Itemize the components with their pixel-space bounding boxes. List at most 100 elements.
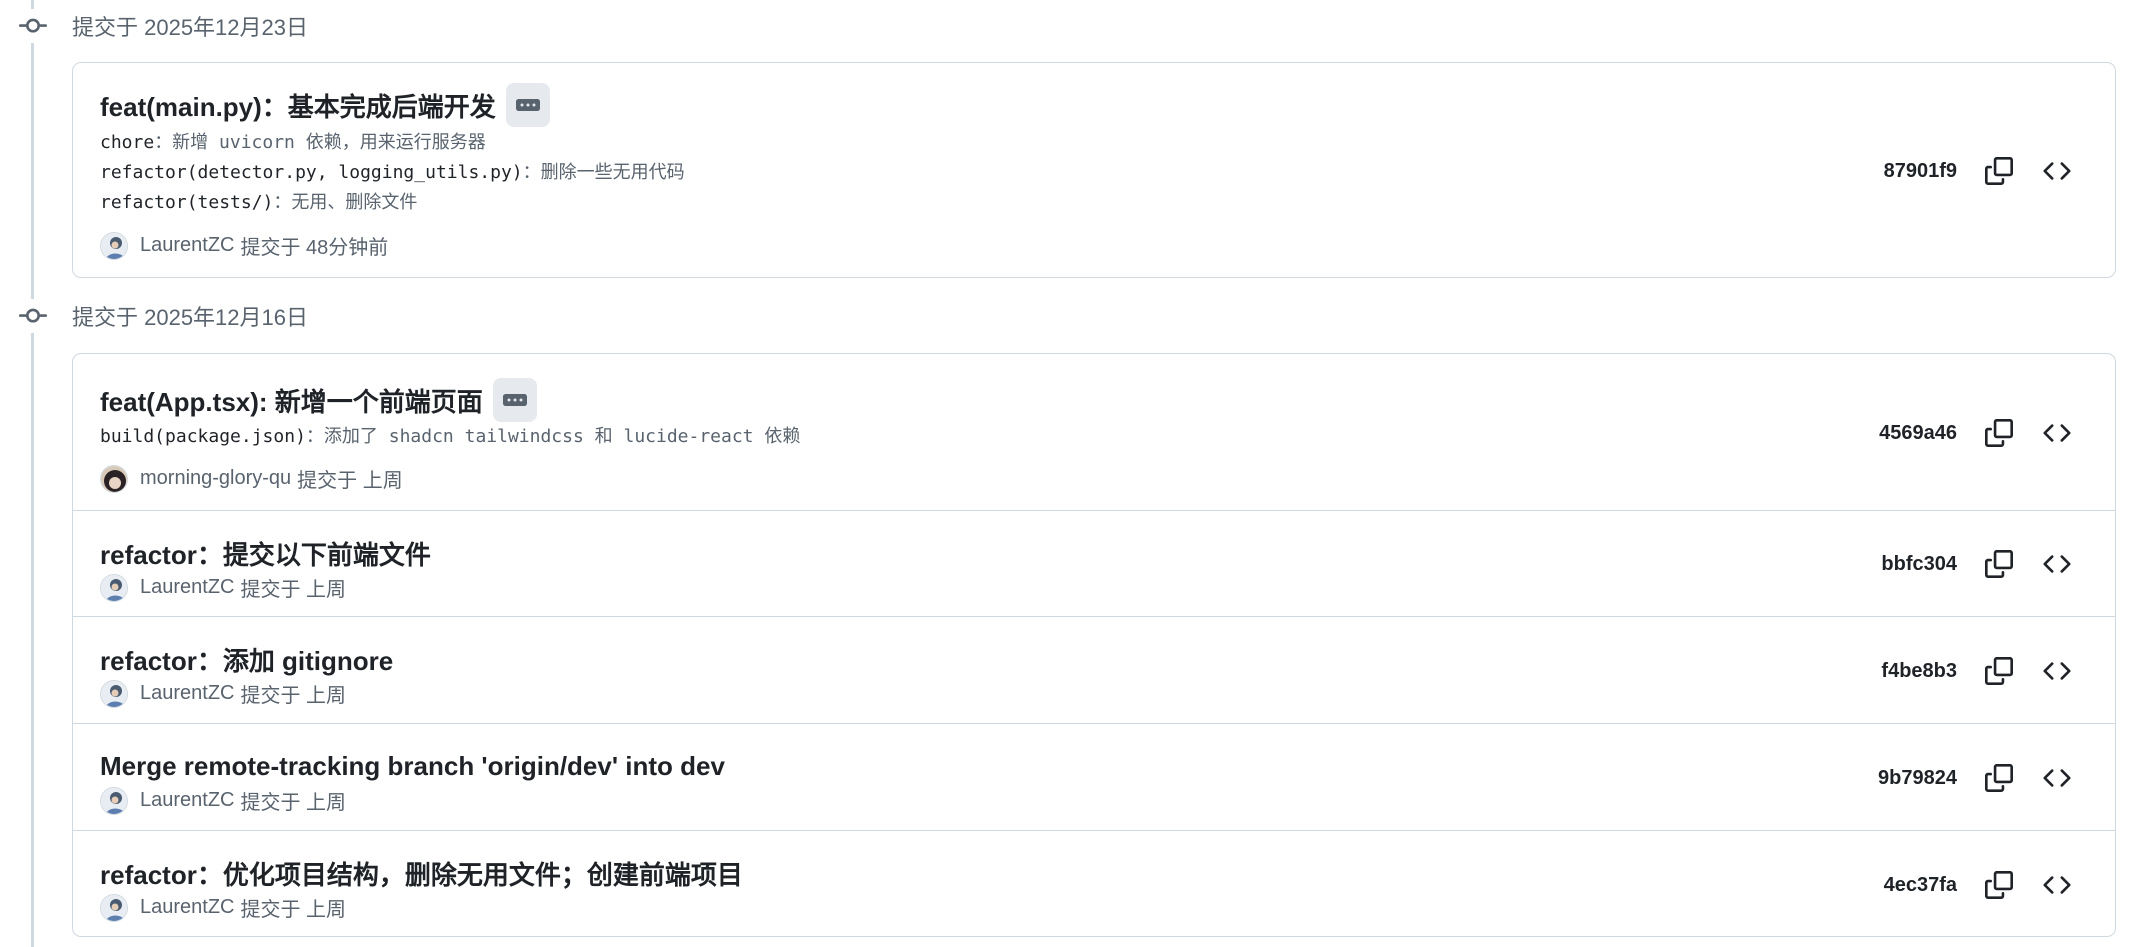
kebab-horizontal-icon [515,93,540,117]
commit-row: Merge remote-tracking branch 'origin/dev… [73,724,2115,831]
kebab-horizontal-icon [502,388,527,412]
commit-title-link[interactable]: refactor：提交以下前端文件 [100,535,431,572]
code-icon [2043,419,2071,447]
commit-list: feat(main.py)：基本完成后端开发 chore：新增 uvicorn 依… [72,62,2116,278]
copy-sha-button[interactable] [1977,863,2021,907]
avatar[interactable] [100,786,128,815]
code-icon [2043,550,2071,578]
commit-time: 提交于 48分钟前 [240,237,389,259]
commit-description-line: build(package.json)：添加了 shadcn tailwindc… [100,422,800,452]
copy-sha-button[interactable] [1977,149,2021,193]
commit-title-link[interactable]: feat(App.tsx): 新增一个前端页面 [100,382,483,419]
commit-title-line: feat(main.py)：基本完成后端开发 [100,81,550,129]
commit-title-link[interactable]: Merge remote-tracking branch 'origin/dev… [100,751,725,782]
author-name-link[interactable]: morning-glory-qu [140,467,291,490]
description-prefix: refactor(detector.py, logging_utils.py) [100,162,523,183]
git-commit-icon [16,9,50,43]
commit-author-line: LaurentZC 提交于 上周 [100,679,346,708]
commit-sha-link[interactable]: 4ec37fa [1837,874,1957,897]
commit-author-line: morning-glory-qu 提交于 上周 [100,464,403,493]
commit-group-date: 提交于 2025年12月23日 [72,15,308,40]
author-name-link[interactable]: LaurentZC [140,789,235,812]
timeline-line [31,0,34,947]
copy-icon [1985,764,2013,792]
copy-icon [1985,419,2013,447]
copy-icon [1985,157,2013,185]
copy-sha-button[interactable] [1977,756,2021,800]
commit-author-line: LaurentZC 提交于 上周 [100,893,346,922]
description-prefix: build(package.json) [100,426,306,447]
description-text: ：无用、删除文件 [273,192,418,213]
commit-group-header: 提交于 2025年12月16日 [0,290,2152,342]
avatar[interactable] [100,893,128,922]
commit-author-line: LaurentZC 提交于 上周 [100,786,346,815]
copy-sha-button[interactable] [1977,411,2021,455]
author-name-link[interactable]: LaurentZC [140,896,235,919]
commit-row: refactor：优化项目结构，删除无用文件；创建前端项目 LaurentZC 提交… [73,831,2115,936]
avatar[interactable] [100,679,128,708]
copy-icon [1985,657,2013,685]
expand-description-button[interactable] [505,83,550,127]
browse-repository-button[interactable] [2035,411,2079,455]
commit-description-line: refactor(detector.py, logging_utils.py)：… [100,158,685,188]
code-icon [2043,764,2071,792]
browse-repository-button[interactable] [2035,649,2079,693]
commit-time: 提交于 上周 [240,579,347,601]
browse-repository-button[interactable] [2035,863,2079,907]
avatar[interactable] [100,231,128,260]
commit-row: refactor：添加 gitignore LaurentZC 提交于 上周 f4be… [73,617,2115,724]
commit-time: 提交于 上周 [240,685,347,707]
commit-sha-link[interactable]: 9b79824 [1837,767,1957,790]
commit-description: chore：新增 uvicorn 依赖，用来运行服务器 refactor(dete… [100,128,685,218]
author-name-link[interactable]: LaurentZC [140,576,235,599]
code-icon [2043,871,2071,899]
browse-repository-button[interactable] [2035,149,2079,193]
copy-icon [1985,550,2013,578]
commit-actions: f4be8b3 [1837,649,2115,693]
copy-sha-button[interactable] [1977,649,2021,693]
avatar[interactable] [100,573,128,602]
browse-repository-button[interactable] [2035,542,2079,586]
browse-repository-button[interactable] [2035,756,2079,800]
commit-actions: bbfc304 [1837,542,2115,586]
commit-row: feat(main.py)：基本完成后端开发 chore：新增 uvicorn 依… [73,63,2115,277]
commit-title-line: refactor：添加 gitignore [100,635,393,683]
copy-icon [1985,871,2013,899]
commit-author-line: LaurentZC 提交于 上周 [100,573,346,602]
description-prefix: refactor(tests/) [100,192,274,213]
code-icon [2043,157,2071,185]
commit-description-line: refactor(tests/)：无用、删除文件 [100,188,685,218]
commit-title-line: feat(App.tsx): 新增一个前端页面 [100,376,537,424]
description-text: ：添加了 shadcn tailwindcss 和 lucide-react 依… [305,426,801,447]
copy-sha-button[interactable] [1977,542,2021,586]
avatar[interactable] [100,464,128,493]
code-icon [2043,657,2071,685]
expand-description-button[interactable] [492,378,537,422]
commit-title-link[interactable]: refactor：优化项目结构，删除无用文件；创建前端项目 [100,855,743,892]
description-text: ：删除一些无用代码 [522,162,685,183]
commit-description-line: chore：新增 uvicorn 依赖，用来运行服务器 [100,128,685,158]
commit-title-link[interactable]: feat(main.py)：基本完成后端开发 [100,87,496,124]
commit-time: 提交于 上周 [240,899,347,921]
commit-row: feat(App.tsx): 新增一个前端页面 build(package.jso… [73,354,2115,511]
commit-group-date: 提交于 2025年12月16日 [72,305,308,330]
commit-author-line: LaurentZC 提交于 48分钟前 [100,231,388,260]
commit-sha-link[interactable]: 87901f9 [1837,160,1957,183]
commit-time: 提交于 上周 [297,470,403,492]
commit-actions: 9b79824 [1837,756,2115,800]
description-text: ：新增 uvicorn 依赖，用来运行服务器 [154,132,486,153]
commit-row: refactor：提交以下前端文件 LaurentZC 提交于 上周 bbfc304 [73,511,2115,617]
commit-description: build(package.json)：添加了 shadcn tailwindc… [100,422,800,452]
commit-sha-link[interactable]: 4569a46 [1837,422,1957,445]
commit-title-link[interactable]: refactor：添加 gitignore [100,641,393,678]
commit-title-line: refactor：提交以下前端文件 [100,529,431,577]
commit-group-header: 提交于 2025年12月23日 [0,0,2152,52]
commit-title-line: refactor：优化项目结构，删除无用文件；创建前端项目 [100,849,743,897]
commit-time: 提交于 上周 [240,792,347,814]
commit-sha-link[interactable]: f4be8b3 [1837,660,1957,683]
commit-sha-link[interactable]: bbfc304 [1837,553,1957,576]
author-name-link[interactable]: LaurentZC [140,682,235,705]
git-commit-icon [16,299,50,333]
author-name-link[interactable]: LaurentZC [140,234,235,257]
commit-actions: 4569a46 [1837,411,2115,455]
